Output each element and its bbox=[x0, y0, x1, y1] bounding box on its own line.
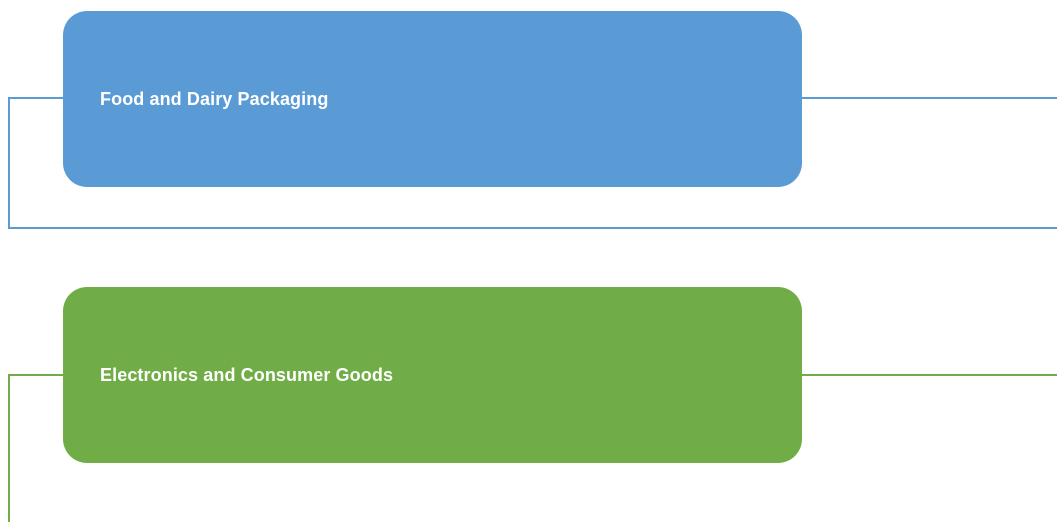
node-label: Electronics and Consumer Goods bbox=[100, 364, 394, 385]
electronics-left-connector bbox=[8, 374, 63, 522]
electronics-and-consumer-goods-node: Electronics and Consumer Goods bbox=[63, 287, 802, 463]
node-label: Food and Dairy Packaging bbox=[100, 88, 329, 109]
food-and-dairy-packaging-node: Food and Dairy Packaging bbox=[63, 11, 802, 187]
